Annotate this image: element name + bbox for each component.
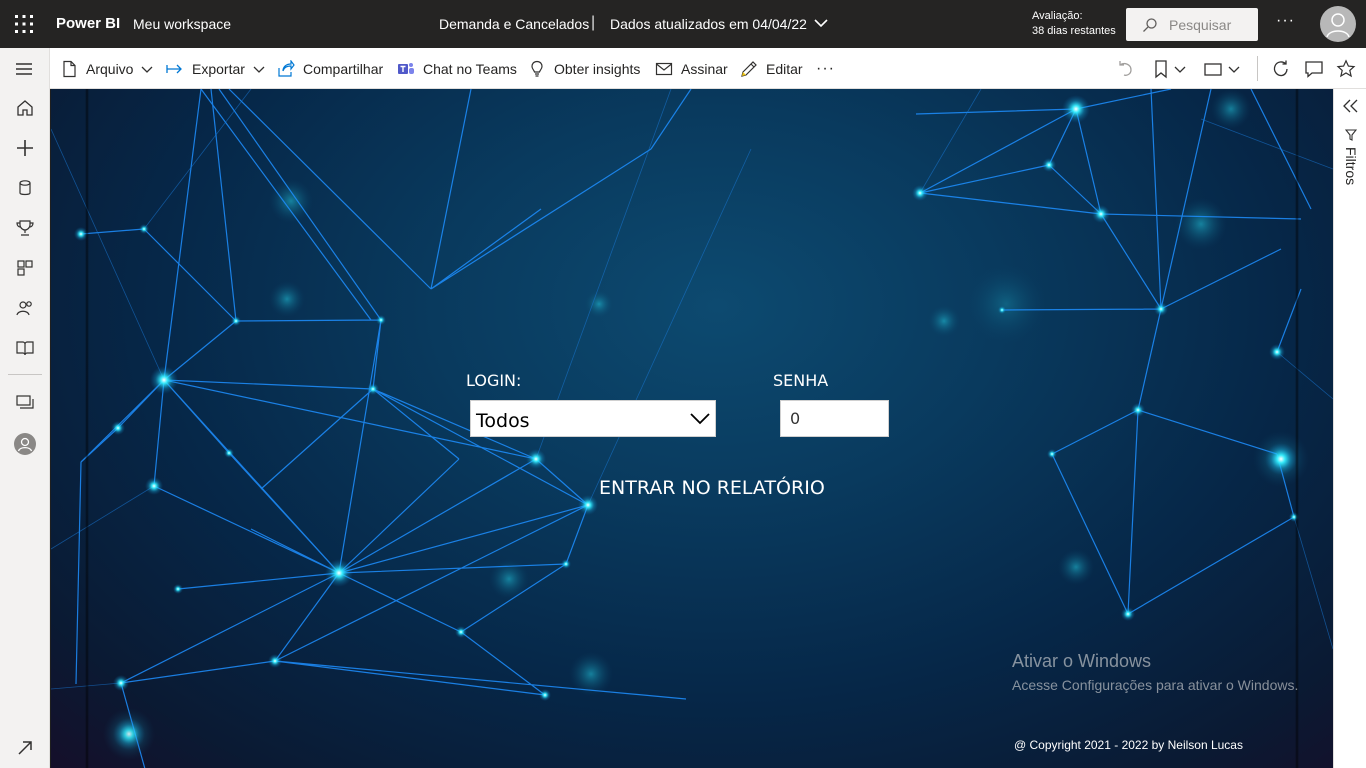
report-title: Demanda e Cancelados bbox=[439, 16, 590, 32]
senha-label: SENHA bbox=[773, 371, 829, 390]
insights-button[interactable]: Obter insights bbox=[528, 48, 640, 89]
comment-icon[interactable] bbox=[1304, 59, 1324, 79]
lightbulb-icon bbox=[531, 60, 543, 77]
pencil-icon bbox=[741, 60, 757, 77]
bookmark-icon[interactable] bbox=[1151, 59, 1171, 79]
windows-activation-subtitle: Acesse Configurações para ativar o Windo… bbox=[1012, 677, 1299, 693]
insights-label: Obter insights bbox=[554, 60, 641, 77]
editar-button[interactable]: Editar bbox=[740, 48, 803, 89]
senha-input[interactable] bbox=[780, 400, 889, 437]
apps-icon[interactable] bbox=[15, 258, 35, 278]
goals-icon[interactable] bbox=[15, 218, 35, 238]
app-launcher-icon[interactable] bbox=[14, 14, 34, 34]
teams-chat-button[interactable]: Chat no Teams bbox=[397, 48, 517, 89]
favorite-star-icon[interactable] bbox=[1336, 59, 1356, 79]
my-workspace-icon[interactable] bbox=[13, 432, 37, 456]
chevron-down-icon bbox=[690, 413, 710, 425]
workspaces-icon[interactable] bbox=[15, 392, 35, 412]
compartilhar-button[interactable]: Compartilhar bbox=[277, 48, 383, 89]
hamburger-icon[interactable] bbox=[15, 60, 33, 78]
expand-pane-icon[interactable] bbox=[1343, 99, 1359, 113]
learn-icon[interactable] bbox=[15, 338, 35, 358]
arquivo-label: Arquivo bbox=[86, 60, 134, 77]
view-icon[interactable] bbox=[1203, 59, 1223, 79]
assinar-label: Assinar bbox=[681, 60, 728, 77]
more-options-icon[interactable]: ··· bbox=[1276, 12, 1295, 30]
login-dropdown[interactable]: Todos bbox=[470, 400, 716, 437]
filter-icon bbox=[1345, 129, 1357, 141]
more-actions-icon[interactable]: ··· bbox=[816, 48, 835, 89]
trial-label: Avaliação: bbox=[1032, 10, 1083, 22]
top-bar: Power BI Meu workspace Demanda e Cancela… bbox=[0, 0, 1366, 48]
report-canvas: LOGIN: SENHA Todos ENTRAR NO RELATÓRIO A… bbox=[51, 89, 1333, 768]
rail-divider bbox=[8, 374, 42, 375]
chevron-down-icon bbox=[142, 66, 153, 73]
enter-report-button[interactable]: ENTRAR NO RELATÓRIO bbox=[599, 477, 825, 499]
user-icon bbox=[1326, 13, 1350, 38]
search-placeholder: Pesquisar bbox=[1169, 17, 1232, 33]
toolbar-divider bbox=[1257, 56, 1258, 81]
teams-icon bbox=[398, 62, 414, 74]
file-icon bbox=[63, 60, 76, 77]
arquivo-menu[interactable]: Arquivo bbox=[60, 48, 153, 89]
assinar-button[interactable]: Assinar bbox=[655, 48, 728, 89]
exportar-label: Exportar bbox=[192, 60, 245, 77]
windows-activation-title: Ativar o Windows bbox=[1012, 651, 1152, 671]
trial-status[interactable]: Avaliação: 38 dias restantes bbox=[1032, 9, 1116, 39]
teams-label: Chat no Teams bbox=[423, 60, 517, 77]
login-label: LOGIN: bbox=[466, 371, 522, 390]
canvas-edge-right bbox=[1295, 89, 1299, 768]
action-bar: Arquivo Exportar Compartilhar Chat no Te… bbox=[16, 48, 1366, 89]
refresh-icon[interactable] bbox=[1271, 59, 1291, 79]
shared-icon[interactable] bbox=[15, 298, 35, 318]
login-selected-value: Todos bbox=[476, 410, 530, 432]
compartilhar-label: Compartilhar bbox=[303, 60, 384, 77]
trial-days: 38 dias restantes bbox=[1032, 25, 1116, 37]
expand-icon[interactable] bbox=[15, 738, 35, 758]
mail-icon bbox=[655, 62, 673, 75]
undo-icon[interactable] bbox=[1115, 59, 1135, 79]
chevron-down-icon bbox=[253, 66, 265, 73]
left-navigation bbox=[0, 48, 50, 768]
search-icon bbox=[1143, 18, 1157, 32]
share-icon bbox=[278, 59, 295, 77]
copyright-text: @ Copyright 2021 - 2022 by Neilson Lucas bbox=[1014, 738, 1243, 752]
filters-label[interactable]: Filtros bbox=[1343, 147, 1359, 185]
chevron-down-icon[interactable] bbox=[813, 17, 829, 29]
chevron-down-icon[interactable] bbox=[1228, 59, 1240, 79]
datahub-icon[interactable] bbox=[15, 178, 35, 198]
home-icon[interactable] bbox=[15, 98, 35, 118]
search-box[interactable]: Pesquisar bbox=[1126, 8, 1258, 41]
exportar-menu[interactable]: Exportar bbox=[166, 48, 265, 89]
export-icon bbox=[166, 64, 182, 73]
data-updated-label[interactable]: Dados atualizados em 04/04/22 bbox=[610, 16, 807, 32]
filters-pane[interactable]: Filtros bbox=[1333, 89, 1366, 768]
editar-label: Editar bbox=[766, 60, 803, 77]
workspace-link[interactable]: Meu workspace bbox=[133, 16, 231, 32]
chevron-down-icon[interactable] bbox=[1174, 59, 1186, 79]
create-icon[interactable] bbox=[15, 138, 35, 158]
brand-name[interactable]: Power BI bbox=[56, 15, 120, 32]
avatar[interactable] bbox=[1320, 6, 1356, 42]
canvas-edge-left bbox=[85, 89, 89, 768]
title-separator: | bbox=[591, 14, 596, 31]
